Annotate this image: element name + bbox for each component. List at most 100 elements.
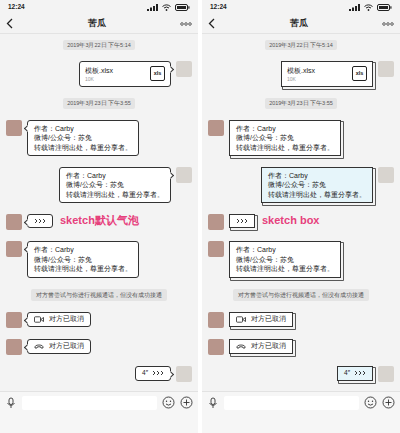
call-status: 对方已取消 [251,315,286,324]
signal-icon [147,4,158,11]
voice-input-icon[interactable] [5,397,17,409]
message-row: 对方已取消 [6,339,192,355]
xls-icon: xls [150,66,165,81]
voice-wave-icon [354,370,366,376]
file-bubble[interactable]: 模板.xlsx10Kxls [281,61,373,87]
message-row: 模板.xlsx10K xls [6,61,192,87]
style-label: sketch box [262,214,319,227]
emoji-icon[interactable] [364,396,377,409]
message-row: 模板.xlsx10Kxls [208,61,394,87]
voice-duration: 4″ [344,369,350,378]
text-bubble[interactable]: 作者：Carby微博/公众号：苏兔转载请注明出处，尊重分享者。 [261,167,373,203]
avatar[interactable] [208,214,224,230]
message-row: 作者：Carby微博/公众号：苏兔转载请注明出处，尊重分享者。 [208,167,394,203]
avatar[interactable] [176,366,192,382]
avatar[interactable] [6,120,22,136]
text-bubble[interactable]: 作者：Carby微博/公众号：苏兔转载请注明出处，尊重分享者。 [229,120,341,156]
chat-title: 苦瓜 [88,17,106,30]
message-line: 转载请注明出处，尊重分享者。 [236,143,334,152]
call-status: 对方已取消 [251,342,286,351]
nav-bar: 苦瓜 [0,14,198,34]
plus-icon[interactable] [382,396,395,409]
more-icon[interactable] [180,22,192,26]
file-name: 模板.xlsx [85,66,113,75]
voice-bubble[interactable] [27,214,53,228]
voice-bubble[interactable]: 4″ [135,366,171,381]
call-bubble[interactable]: 对方已取消 [27,312,91,327]
message-row: 作者：Carby微博/公众号：苏兔转载请注明出处，尊重分享者。 [6,241,192,277]
battery-icon [175,4,190,11]
chat-screen: 12:24苦瓜2019年3月22日 下午5:14模板.xlsx10Kxls201… [202,0,400,433]
avatar[interactable] [208,241,224,257]
emoji-icon[interactable] [162,396,175,409]
message-row: sketch默认气泡 [6,214,192,230]
call-bubble[interactable]: 对方已取消 [229,339,293,354]
text-bubble[interactable]: 作者：Carby微博/公众号：苏兔转载请注明出处，尊重分享者。 [27,120,139,156]
avatar[interactable] [378,61,394,77]
message-row: 作者：Carby微博/公众号：苏兔转载请注明出处，尊重分享者。 [208,120,394,156]
status-time: 12:24 [8,2,25,12]
avatar[interactable] [208,120,224,136]
message-row: 作者：Carby微博/公众号：苏兔转载请注明出处，尊重分享者。 [208,241,394,277]
more-icon[interactable] [382,22,394,26]
avatar[interactable] [176,167,192,183]
home-indicator-area [202,413,400,433]
message-line: 转载请注明出处，尊重分享者。 [236,264,334,273]
call-bubble[interactable]: 对方已取消 [229,312,293,327]
message-line: 作者：Carby [236,124,334,133]
voice-wave-icon [236,218,248,224]
chat-screen: 12:24苦瓜2019年3月22日 下午5:14模板.xlsx10Kxls201… [0,0,198,433]
file-name: 模板.xlsx [287,66,315,75]
message-row: 作者：Carby微博/公众号：苏兔转载请注明出处，尊重分享者。 [6,167,192,203]
avatar[interactable] [208,339,224,355]
text-bubble[interactable]: 作者：Carby微博/公众号：苏兔转载请注明出处，尊重分享者。 [59,167,171,203]
home-indicator-area [0,413,198,433]
video-icon [34,316,44,323]
timestamp: 2019年3月23日 下午3:55 [265,98,337,108]
voice-wave-icon [152,370,164,376]
text-bubble[interactable]: 作者：Carby微博/公众号：苏兔转载请注明出处，尊重分享者。 [27,241,139,277]
message-line: 微博/公众号：苏兔 [66,180,164,189]
phone-icon [236,343,246,350]
avatar[interactable] [378,167,394,183]
voice-bubble[interactable] [229,214,255,228]
text-bubble[interactable]: 作者：Carby微博/公众号：苏兔转载请注明出处，尊重分享者。 [229,241,341,277]
voice-bubble[interactable]: 4″ [337,366,373,381]
system-notice: 对方曾尝试与你进行视频通话，但没有成功接通 [233,289,369,301]
message-row: 对方已取消 [6,312,192,328]
plus-icon[interactable] [180,396,193,409]
message-line: 转载请注明出处，尊重分享者。 [268,190,366,199]
call-bubble[interactable]: 对方已取消 [27,339,91,354]
voice-input-icon[interactable] [207,397,219,409]
input-bar [202,391,400,413]
avatar[interactable] [6,241,22,257]
avatar[interactable] [6,214,22,230]
message-input[interactable] [224,396,359,410]
nav-bar: 苦瓜 [202,14,400,34]
avatar[interactable] [378,366,394,382]
status-indicators [349,4,392,11]
message-input[interactable] [22,396,157,410]
wifi-icon [162,4,171,11]
avatar[interactable] [6,339,22,355]
style-label: sketch默认气泡 [60,214,139,227]
file-size: 10K [85,76,113,83]
back-icon[interactable] [208,18,215,29]
message-line: 作者：Carby [268,171,366,180]
message-line: 作者：Carby [34,124,132,133]
message-line: 作者：Carby [236,245,334,254]
avatar[interactable] [208,312,224,328]
avatar[interactable] [176,61,192,77]
message-row: 4″ [208,366,394,382]
message-row: 对方已取消 [208,339,394,355]
avatar[interactable] [6,312,22,328]
file-size: 10K [287,76,315,83]
message-row: 4″ [6,366,192,382]
back-icon[interactable] [6,18,13,29]
file-bubble[interactable]: 模板.xlsx10K xls [79,61,171,87]
message-line: 微博/公众号：苏兔 [236,133,334,142]
wifi-icon [364,4,373,11]
timestamp: 2019年3月22日 下午5:14 [265,40,337,50]
call-status: 对方已取消 [49,315,84,324]
phone-icon [34,343,44,350]
